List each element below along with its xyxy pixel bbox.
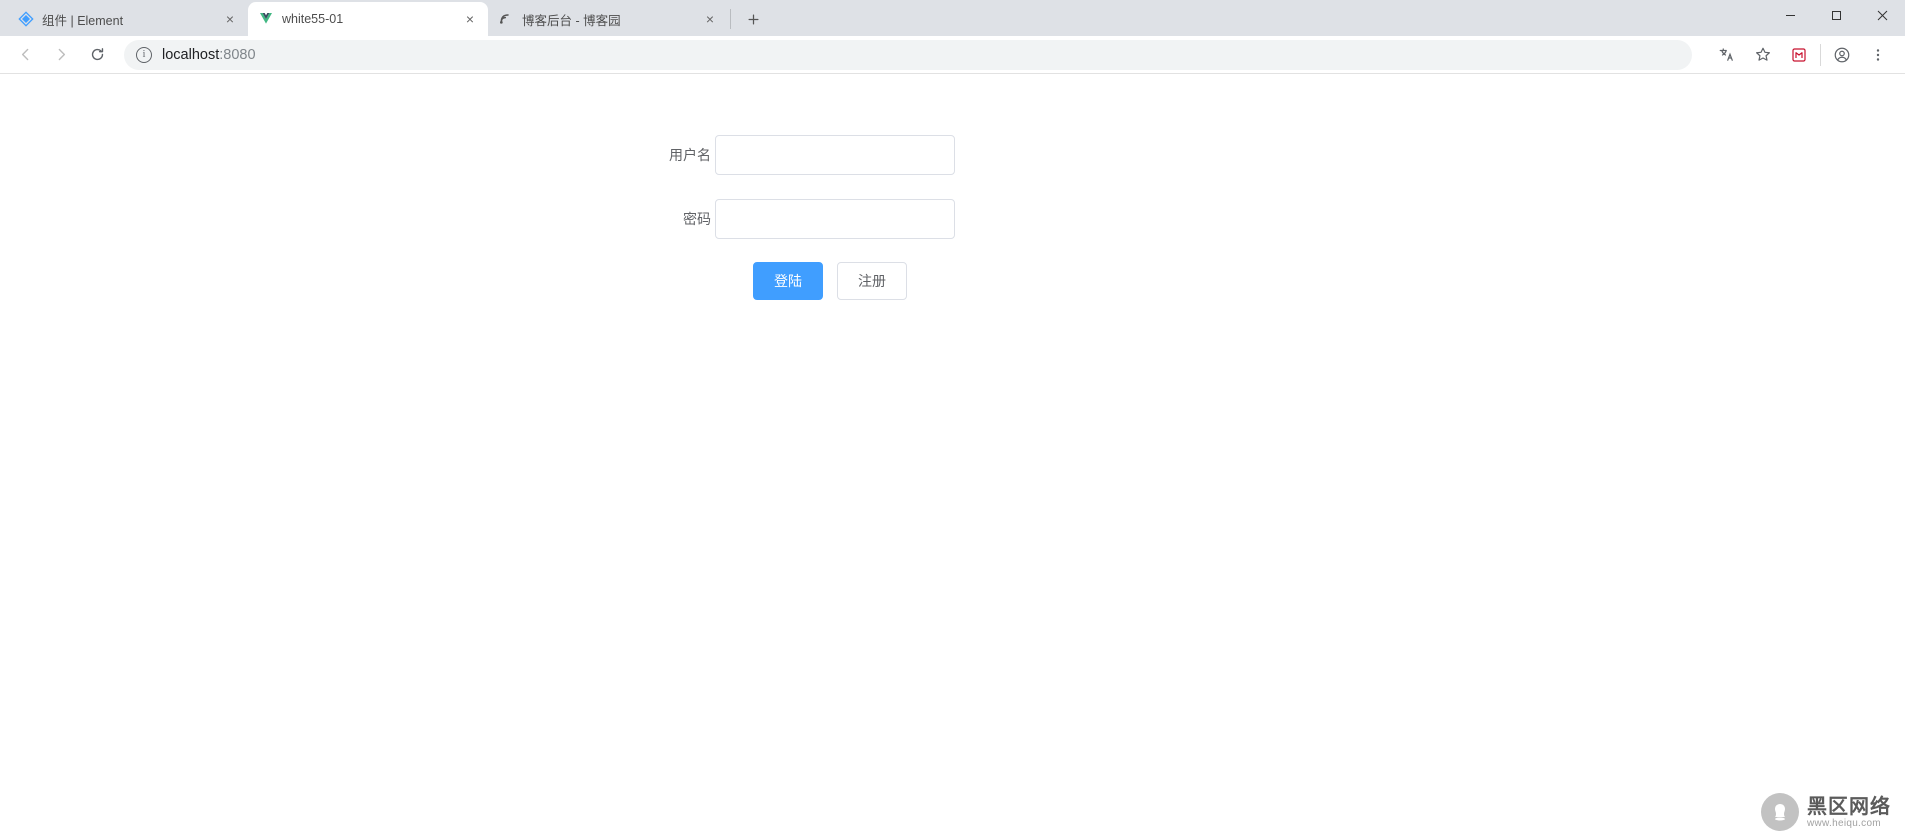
close-window-button[interactable] <box>1859 0 1905 30</box>
page-content: 用户名 密码 登陆 注册 黑区网络 www.heiqu.com <box>0 74 1905 839</box>
url-text: localhost:8080 <box>162 47 256 63</box>
close-icon[interactable]: × <box>702 11 718 27</box>
login-button[interactable]: 登陆 <box>753 262 823 300</box>
tab-white55-01[interactable]: white55-01 × <box>248 2 488 36</box>
password-input[interactable] <box>715 199 955 239</box>
password-label: 密码 <box>647 209 711 229</box>
watermark: 黑区网络 www.heiqu.com <box>1761 793 1891 831</box>
site-info-icon[interactable]: i <box>136 47 152 63</box>
watermark-main: 黑区网络 <box>1807 796 1891 818</box>
element-logo-icon <box>18 11 34 27</box>
mcafee-icon[interactable] <box>1782 40 1816 70</box>
browser-toolbar: i localhost:8080 <box>0 36 1905 74</box>
minimize-button[interactable] <box>1767 0 1813 30</box>
watermark-sub: www.heiqu.com <box>1807 818 1891 829</box>
form-buttons: 登陆 注册 <box>753 262 907 300</box>
close-icon[interactable]: × <box>462 11 478 27</box>
tab-title: 博客后台 - 博客园 <box>522 10 702 29</box>
toolbar-right-icons <box>1710 40 1895 70</box>
tab-title: white55-01 <box>282 12 462 26</box>
back-button[interactable] <box>10 40 40 70</box>
register-button[interactable]: 注册 <box>837 262 907 300</box>
toolbar-separator <box>1820 44 1821 66</box>
tab-separator <box>730 9 731 29</box>
kebab-menu-icon[interactable] <box>1861 40 1895 70</box>
url-port: :8080 <box>219 47 255 63</box>
username-input[interactable] <box>715 135 955 175</box>
window-controls <box>1767 0 1905 32</box>
browser-tab-strip: 组件 | Element × white55-01 × 博客后台 - 博客园 × <box>0 0 1905 36</box>
close-icon[interactable]: × <box>222 11 238 27</box>
watermark-text: 黑区网络 www.heiqu.com <box>1807 796 1891 829</box>
username-row: 用户名 <box>647 134 955 176</box>
url-host: localhost <box>162 47 219 63</box>
maximize-button[interactable] <box>1813 0 1859 30</box>
tab-title: 组件 | Element <box>42 10 222 29</box>
password-row: 密码 <box>647 198 955 240</box>
profile-avatar-icon[interactable] <box>1825 40 1859 70</box>
login-form: 用户名 密码 登陆 注册 <box>647 134 955 300</box>
new-tab-button[interactable] <box>739 5 767 33</box>
address-bar[interactable]: i localhost:8080 <box>124 40 1692 70</box>
reload-button[interactable] <box>82 40 112 70</box>
username-label: 用户名 <box>647 145 711 165</box>
bookmark-star-icon[interactable] <box>1746 40 1780 70</box>
tab-element[interactable]: 组件 | Element × <box>8 2 248 36</box>
vue-logo-icon <box>258 11 274 27</box>
translate-icon[interactable] <box>1710 40 1744 70</box>
watermark-logo-icon <box>1761 793 1799 831</box>
cnblogs-logo-icon <box>498 11 514 27</box>
tab-cnblogs[interactable]: 博客后台 - 博客园 × <box>488 2 728 36</box>
forward-button[interactable] <box>46 40 76 70</box>
